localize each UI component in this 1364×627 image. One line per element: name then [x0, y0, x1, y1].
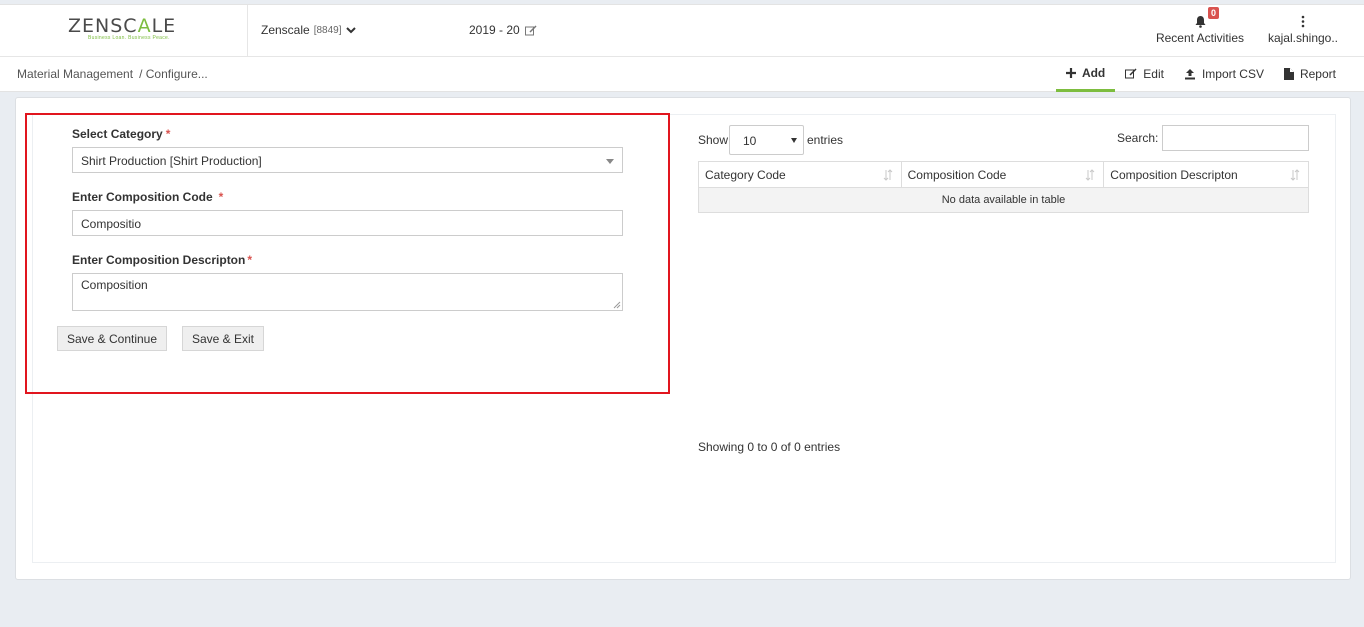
resize-grip-icon[interactable] [613, 301, 621, 309]
table-header-row: Category Code Composition Code Compositi… [698, 161, 1309, 188]
show-label: Show [698, 133, 729, 147]
search-input[interactable] [1162, 125, 1309, 151]
breadcrumb-current: / Configure... [139, 67, 208, 81]
file-icon [1283, 67, 1294, 80]
composition-description-label: Enter Composition Descripton * [72, 253, 253, 267]
report-label: Report [1299, 66, 1336, 81]
more-vertical-icon [1301, 15, 1305, 28]
company-code: [8849] [313, 24, 342, 36]
edit-icon [1125, 68, 1137, 79]
report-button[interactable]: Report [1274, 57, 1346, 90]
composition-code-input[interactable]: Compositio [72, 210, 623, 236]
chevron-down-icon [345, 27, 356, 34]
save-exit-button[interactable]: Save & Exit [182, 326, 264, 351]
breadcrumb-root[interactable]: Material Management [17, 67, 133, 81]
page-length-select[interactable]: 10 [729, 125, 804, 155]
edit-label: Edit [1143, 66, 1164, 81]
save-continue-button[interactable]: Save & Continue [57, 326, 167, 351]
column-header-composition-code[interactable]: Composition Code [900, 161, 1105, 188]
logo[interactable]: ZENSCALE Business Loan. Business Peace. [0, 5, 248, 57]
plus-icon [1065, 68, 1076, 78]
add-button[interactable]: Add [1055, 57, 1116, 92]
category-select[interactable]: Shirt Production [Shirt Production] [72, 147, 623, 173]
notification-badge: 0 [1208, 7, 1220, 19]
action-toolbar: Add Edit Import CSV Report [1055, 57, 1346, 92]
import-csv-label: Import CSV [1201, 66, 1264, 81]
fiscal-year-label: 2019 - 20 [469, 23, 520, 37]
logo-tagline: Business Loan. Business Peace. [88, 35, 170, 41]
page-length-value: 10 [743, 134, 757, 148]
entries-label: entries [807, 133, 844, 147]
sort-icon [1085, 169, 1095, 181]
edit-icon [524, 24, 537, 35]
composition-code-label: Enter Composition Code * [72, 190, 224, 204]
data-table: Category Code Composition Code Compositi… [698, 161, 1309, 213]
dropdown-caret-icon [791, 138, 797, 143]
sort-icon [1290, 169, 1300, 181]
add-label: Add [1081, 66, 1106, 80]
required-mark: * [218, 190, 224, 204]
empty-table-message: No data available in table [698, 187, 1309, 213]
user-name: kajal.shingo.. [1267, 31, 1339, 45]
edit-button[interactable]: Edit [1115, 57, 1174, 90]
top-header: ZENSCALE Business Loan. Business Peace. … [0, 4, 1364, 57]
recent-activities[interactable]: 0 Recent Activities [1150, 7, 1250, 45]
search-label: Search: [1117, 131, 1159, 145]
recent-activities-label: Recent Activities [1155, 31, 1245, 45]
required-mark: * [247, 253, 253, 267]
import-csv-button[interactable]: Import CSV [1174, 57, 1274, 90]
column-header-category-code[interactable]: Category Code [698, 161, 902, 188]
fiscal-year-selector[interactable]: 2019 - 20 [469, 23, 537, 37]
user-menu[interactable]: kajal.shingo.. [1262, 11, 1344, 45]
bell-icon [1195, 16, 1205, 28]
upload-icon [1184, 68, 1195, 79]
composition-description-textarea[interactable]: Composition [72, 273, 623, 311]
required-mark: * [165, 127, 171, 141]
table-info: Showing 0 to 0 of 0 entries [698, 440, 841, 454]
composition-description-value: Composition [81, 278, 148, 292]
company-name: Zenscale [261, 23, 310, 37]
breadcrumb-bar: Material Management / Configure... Add Ed… [0, 57, 1364, 92]
dropdown-caret-icon [606, 159, 614, 164]
sort-icon [883, 169, 892, 181]
table-row: No data available in table [698, 187, 1309, 213]
breadcrumb: Material Management / Configure... [17, 67, 208, 81]
company-selector[interactable]: Zenscale [8849] [261, 23, 356, 37]
column-header-composition-description[interactable]: Composition Descripton [1103, 161, 1309, 188]
logo-wordmark: ZENSCALE [68, 15, 177, 37]
category-label: Select Category * [72, 127, 171, 141]
category-select-value: Shirt Production [Shirt Production] [81, 154, 262, 168]
